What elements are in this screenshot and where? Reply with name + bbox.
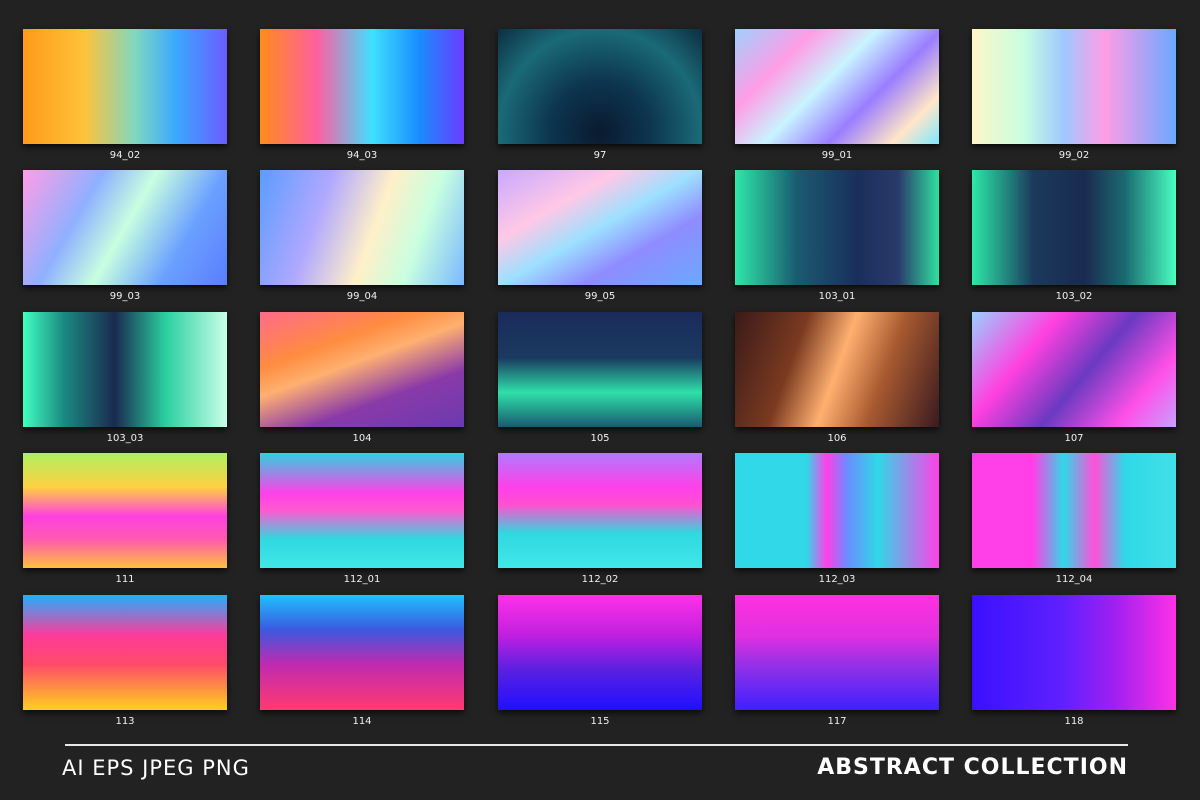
- thumbnail-label: 112_04: [1055, 574, 1093, 585]
- thumbnail-label: 97: [593, 150, 607, 161]
- thumbnail-label: 99_04: [346, 291, 378, 302]
- thumbnail-label: 113: [115, 716, 135, 727]
- thumbnail-99-01[interactable]: [735, 29, 939, 144]
- thumbnail-label: 103_02: [1055, 291, 1093, 302]
- thumbnail-94-03[interactable]: [260, 29, 464, 144]
- thumbnail-115[interactable]: [498, 595, 702, 710]
- thumbnail-111[interactable]: [23, 453, 227, 568]
- thumbnail-103-02[interactable]: [972, 170, 1176, 285]
- thumbnail-117[interactable]: [735, 595, 939, 710]
- thumbnail-106[interactable]: [735, 312, 939, 427]
- thumbnail-99-04[interactable]: [260, 170, 464, 285]
- thumbnail-label: 111: [115, 574, 135, 585]
- thumbnail-107[interactable]: [972, 312, 1176, 427]
- thumbnail-label: 103_03: [106, 433, 144, 444]
- thumbnail-label: 112_01: [343, 574, 381, 585]
- thumbnail-label: 117: [827, 716, 847, 727]
- thumbnail-104[interactable]: [260, 312, 464, 427]
- file-formats: AI EPS JPEG PNG: [62, 756, 250, 780]
- thumbnail-112-04[interactable]: [972, 453, 1176, 568]
- thumbnail-label: 118: [1064, 716, 1084, 727]
- thumbnail-112-03[interactable]: [735, 453, 939, 568]
- thumbnail-103-01[interactable]: [735, 170, 939, 285]
- thumbnail-112-02[interactable]: [498, 453, 702, 568]
- thumbnail-grid: 94_02 94_03 97 99_01 99_02 99_03 99_04 99_05 103…: [0, 0, 1200, 740]
- thumbnail-label: 112_03: [818, 574, 856, 585]
- thumbnail-label: 99_05: [584, 291, 616, 302]
- collection-title: ABSTRACT COLLECTION: [817, 755, 1128, 780]
- thumbnail-label: 114: [352, 716, 372, 727]
- thumbnail-99-03[interactable]: [23, 170, 227, 285]
- thumbnail-label: 107: [1064, 433, 1084, 444]
- thumbnail-112-01[interactable]: [260, 453, 464, 568]
- thumbnail-99-05[interactable]: [498, 170, 702, 285]
- thumbnail-label: 99_01: [821, 150, 853, 161]
- thumbnail-label: 115: [590, 716, 610, 727]
- thumbnail-label: 112_02: [581, 574, 619, 585]
- thumbnail-label: 94_03: [346, 150, 378, 161]
- thumbnail-113[interactable]: [23, 595, 227, 710]
- thumbnail-label: 99_02: [1058, 150, 1090, 161]
- thumbnail-99-02[interactable]: [972, 29, 1176, 144]
- thumbnail-103-03[interactable]: [23, 312, 227, 427]
- thumbnail-label: 94_02: [109, 150, 141, 161]
- thumbnail-97[interactable]: [498, 29, 702, 144]
- thumbnail-94-02[interactable]: [23, 29, 227, 144]
- footer-divider: [65, 744, 1128, 746]
- thumbnail-label: 104: [352, 433, 372, 444]
- thumbnail-label: 105: [590, 433, 610, 444]
- thumbnail-label: 106: [827, 433, 847, 444]
- thumbnail-105[interactable]: [498, 312, 702, 427]
- thumbnail-118[interactable]: [972, 595, 1176, 710]
- thumbnail-114[interactable]: [260, 595, 464, 710]
- thumbnail-label: 99_03: [109, 291, 141, 302]
- thumbnail-label: 103_01: [818, 291, 856, 302]
